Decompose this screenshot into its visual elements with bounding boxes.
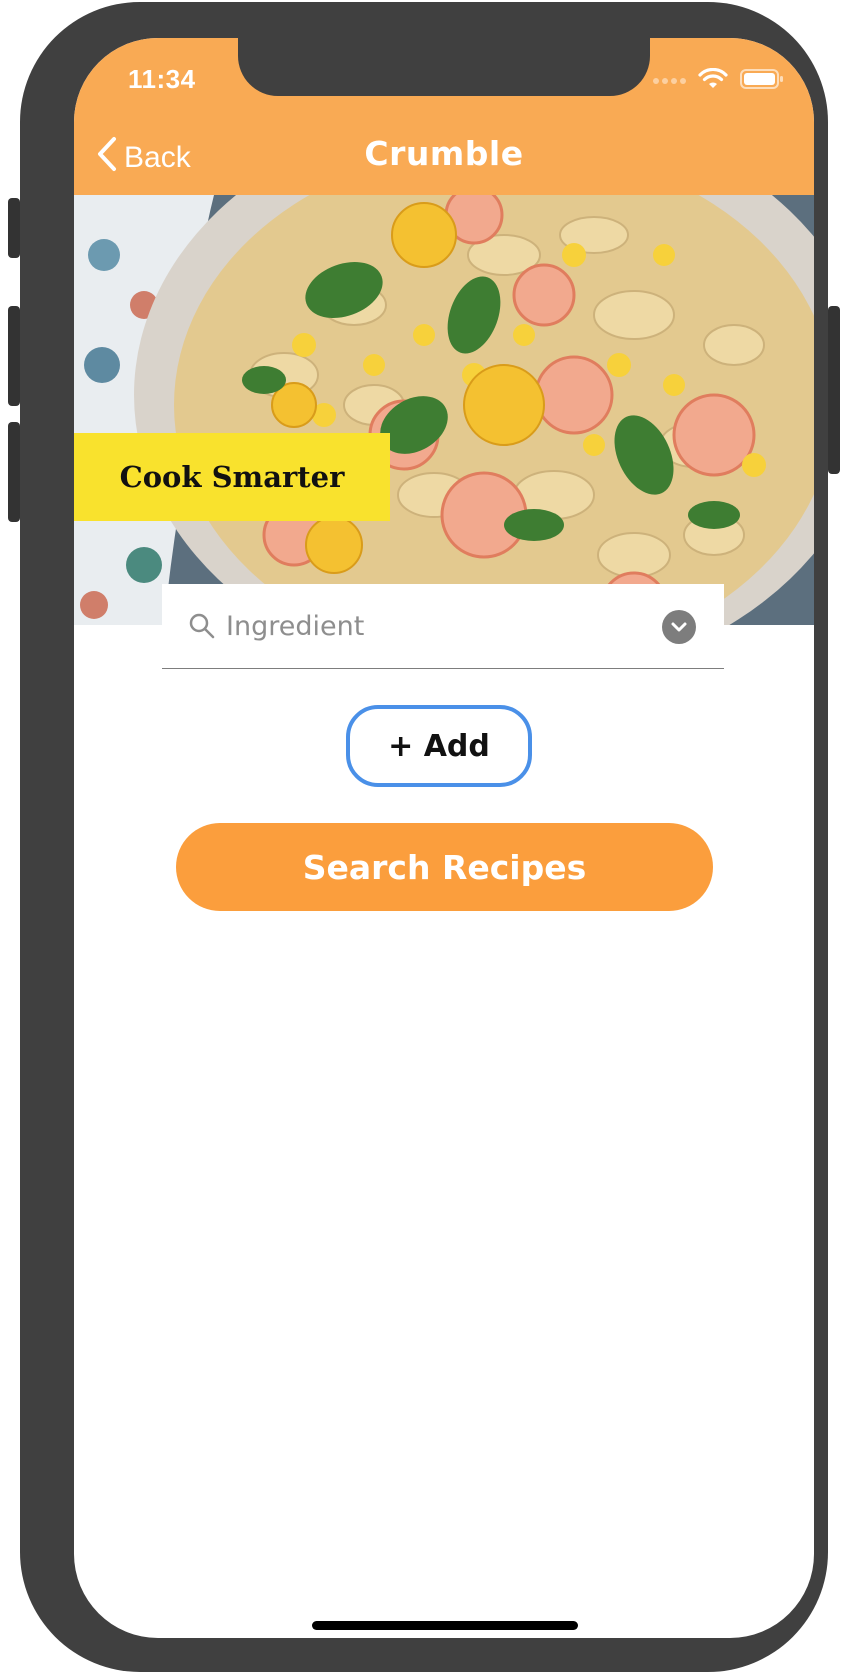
food-illustration: [74, 195, 814, 625]
signal-dots-icon: [653, 78, 686, 84]
battery-icon: [740, 68, 784, 94]
status-time: 11:34: [128, 64, 196, 94]
search-icon: [188, 612, 216, 640]
cook-smarter-banner: Cook Smarter: [74, 433, 390, 521]
side-button-silent: [8, 198, 20, 258]
home-indicator[interactable]: [312, 1621, 578, 1630]
phone-frame: 11:34 Back Crumble Cook Smarter Ingredie…: [8, 2, 840, 1672]
hero-image: Cook Smarter: [74, 195, 814, 625]
add-ingredient-button[interactable]: + Add: [346, 705, 532, 787]
chevron-down-icon: [670, 620, 688, 634]
search-input-wrapper: [176, 596, 706, 656]
side-button-volume-down: [8, 422, 20, 522]
notch: [238, 38, 650, 96]
page-title: Crumble: [364, 134, 524, 173]
dropdown-button[interactable]: [662, 610, 696, 644]
side-button-power: [828, 306, 840, 474]
search-recipes-button[interactable]: Search Recipes: [176, 823, 713, 911]
navigation-header: 11:34 Back Crumble: [74, 38, 814, 195]
page: 11:34 Back Crumble Cook Smarter Ingredie…: [0, 0, 846, 1676]
screen: 11:34 Back Crumble Cook Smarter Ingredie…: [74, 38, 814, 1638]
side-button-volume-up: [8, 306, 20, 406]
status-icons: [653, 67, 784, 94]
ingredient-search-bar: [162, 584, 724, 669]
ingredient-input[interactable]: [226, 610, 646, 642]
wifi-icon: [698, 67, 728, 94]
